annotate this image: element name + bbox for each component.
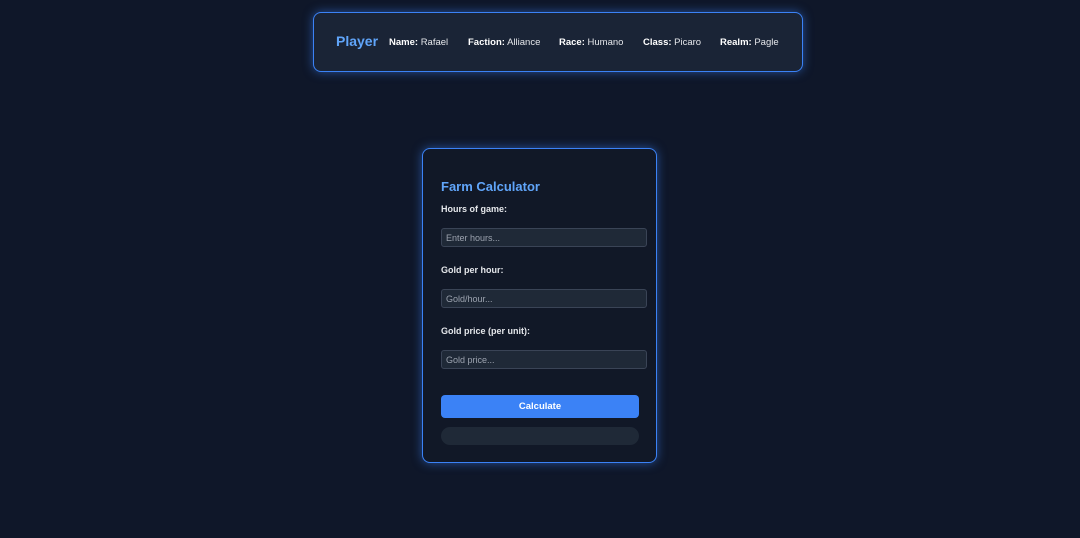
player-title: Player — [336, 33, 379, 49]
player-realm: Realm: Pagle — [720, 37, 779, 48]
gold-per-hour-input[interactable] — [441, 289, 647, 308]
player-realm-label: Realm: — [720, 37, 752, 48]
gold-price-input[interactable] — [441, 350, 647, 369]
player-class: Class: Picaro — [643, 37, 701, 48]
player-race-label: Race: — [559, 37, 585, 48]
calculator-title: Farm Calculator — [441, 179, 540, 194]
player-class-value: Picaro — [674, 37, 702, 48]
player-realm-value: Pagle — [754, 37, 779, 48]
player-name-label: Name: — [389, 37, 419, 48]
gold-per-hour-label: Gold per hour: — [441, 265, 504, 275]
player-class-label: Class: — [643, 37, 672, 48]
player-info-bar: Player Name: Rafael Faction: Alliance Ra… — [313, 12, 803, 72]
result-display — [441, 427, 639, 445]
player-race: Race: Humano — [559, 37, 623, 48]
farm-calculator-card: Farm Calculator Hours of game: Gold per … — [422, 148, 657, 463]
gold-price-label: Gold price (per unit): — [441, 326, 530, 336]
hours-input[interactable] — [441, 228, 647, 247]
player-faction-label: Faction: — [468, 37, 505, 48]
hours-label: Hours of game: — [441, 204, 508, 214]
player-faction: Faction: Alliance — [468, 37, 540, 48]
player-name: Name: Rafael — [389, 37, 448, 48]
player-faction-value: Alliance — [507, 37, 541, 48]
player-race-value: Humano — [587, 37, 624, 48]
calculate-button[interactable]: Calculate — [441, 395, 639, 418]
player-name-value: Rafael — [420, 37, 449, 48]
